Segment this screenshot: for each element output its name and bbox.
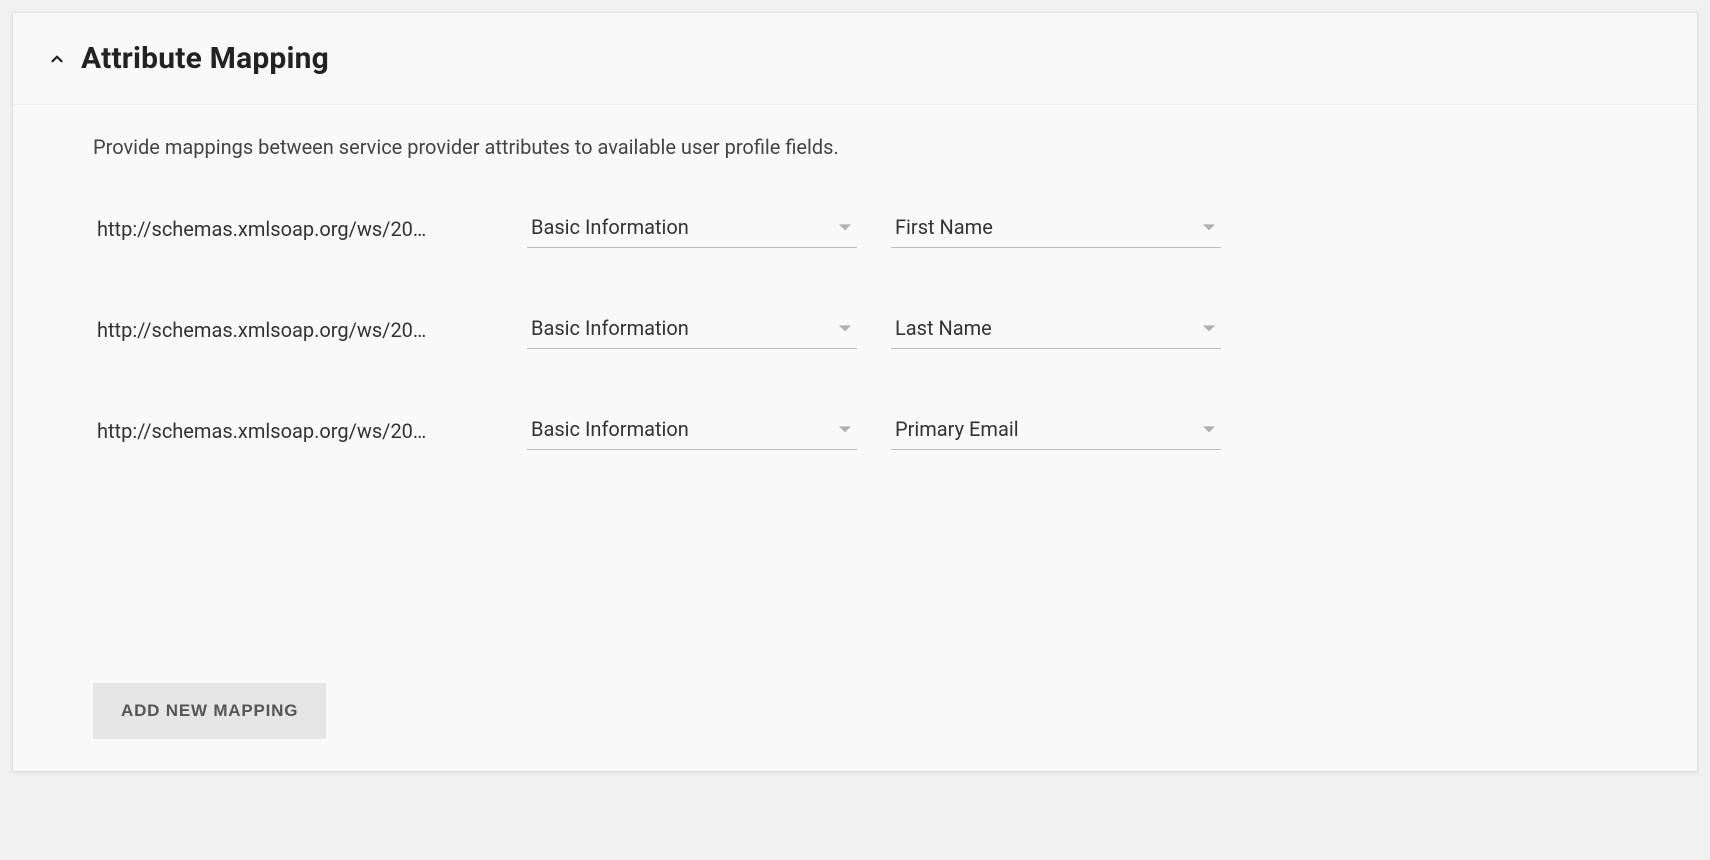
group-select[interactable]: Basic Information (527, 411, 857, 450)
caret-down-icon (1203, 224, 1215, 230)
mapping-row: http://schemas.xmlsoap.org/ws/20… Basic … (93, 310, 1617, 349)
caret-down-icon (1203, 325, 1215, 331)
panel-title: Attribute Mapping (81, 41, 329, 76)
attribute-url: http://schemas.xmlsoap.org/ws/20… (93, 318, 493, 342)
mapping-row: http://schemas.xmlsoap.org/ws/20… Basic … (93, 411, 1617, 450)
caret-down-icon (839, 224, 851, 230)
panel-header[interactable]: Attribute Mapping (13, 13, 1697, 105)
group-select[interactable]: Basic Information (527, 310, 857, 349)
field-select[interactable]: Primary Email (891, 411, 1221, 450)
group-select-value: Basic Information (531, 417, 689, 441)
group-select[interactable]: Basic Information (527, 209, 857, 248)
attribute-url: http://schemas.xmlsoap.org/ws/20… (93, 217, 493, 241)
caret-down-icon (839, 325, 851, 331)
caret-down-icon (1203, 426, 1215, 432)
attribute-mapping-panel: Attribute Mapping Provide mappings betwe… (12, 12, 1698, 772)
panel-description: Provide mappings between service provide… (93, 135, 1617, 159)
mapping-row: http://schemas.xmlsoap.org/ws/20… Basic … (93, 209, 1617, 248)
field-select-value: Last Name (895, 316, 992, 340)
group-select-value: Basic Information (531, 316, 689, 340)
add-new-mapping-button[interactable]: ADD NEW MAPPING (93, 683, 326, 739)
attribute-url: http://schemas.xmlsoap.org/ws/20… (93, 419, 493, 443)
field-select[interactable]: First Name (891, 209, 1221, 248)
field-select[interactable]: Last Name (891, 310, 1221, 349)
group-select-value: Basic Information (531, 215, 689, 239)
chevron-up-icon (47, 49, 67, 69)
field-select-value: Primary Email (895, 417, 1019, 441)
caret-down-icon (839, 426, 851, 432)
field-select-value: First Name (895, 215, 993, 239)
panel-body: Provide mappings between service provide… (13, 105, 1697, 552)
